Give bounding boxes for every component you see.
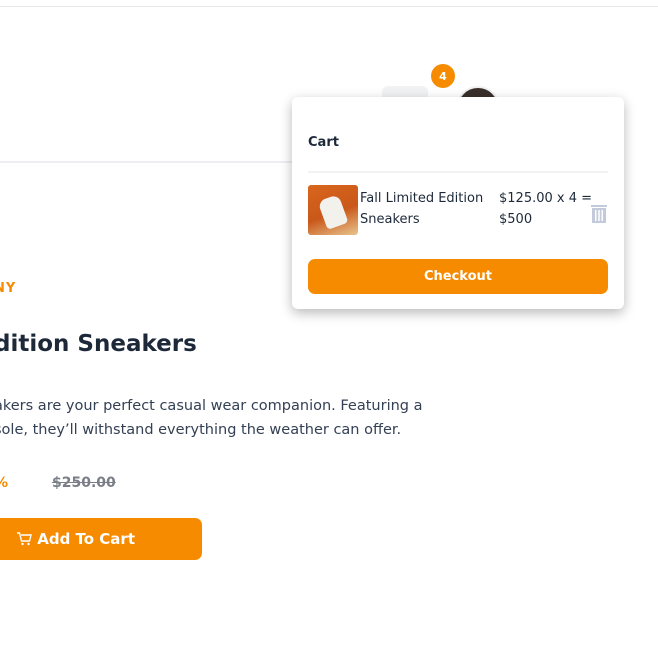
description-line: akers are your perfect casual wear compa…: [0, 398, 423, 414]
add-to-cart-button[interactable]: Add To Cart: [0, 518, 202, 560]
cart-item-thumbnail: [308, 185, 358, 235]
checkout-button[interactable]: Checkout: [308, 259, 608, 294]
cart-popup: Cart Fall Limited Edition Sneakers $125.…: [292, 97, 624, 309]
cart-icon: [17, 532, 33, 546]
add-to-cart-label: Add To Cart: [37, 530, 135, 548]
cart-divider: [308, 171, 608, 173]
cart-count-badge: 4: [431, 64, 455, 88]
cart-item-unit-price: $125.00 x 4 =: [499, 191, 593, 206]
header-divider: [0, 161, 300, 163]
cart-item-total: $500: [499, 212, 533, 227]
trash-icon[interactable]: [591, 205, 607, 223]
description-line: sole, they’ll withstand everything the w…: [0, 422, 402, 438]
cart-title: Cart: [308, 135, 339, 150]
cart-item-price: $125.00 x 4 = $500: [499, 188, 599, 230]
cart-item-name: Fall Limited Edition Sneakers: [360, 191, 484, 227]
discount-badge: %: [0, 475, 8, 491]
product-title: dition Sneakers: [0, 331, 197, 357]
top-border: [0, 6, 658, 7]
company-name: NY: [0, 281, 17, 296]
original-price: $250.00: [52, 475, 116, 491]
product-description: akers are your perfect casual wear compa…: [0, 394, 423, 442]
